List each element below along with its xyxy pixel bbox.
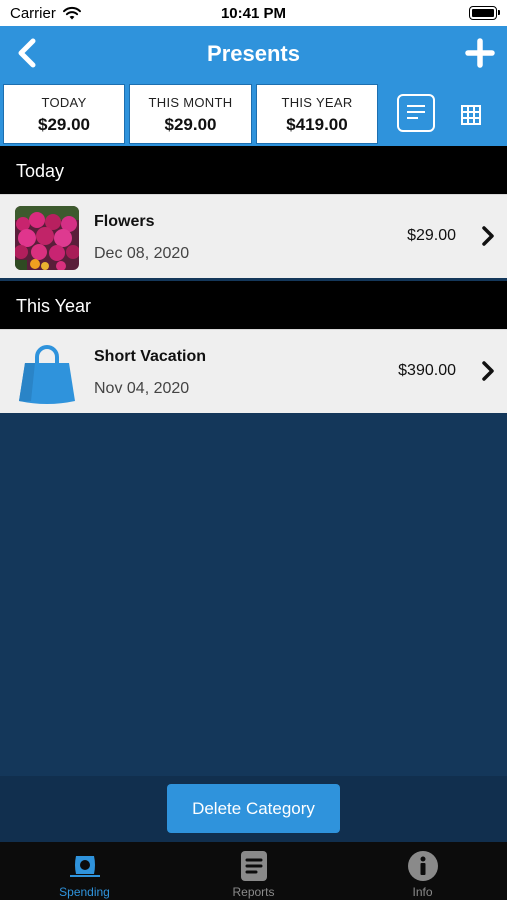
item-date: Nov 04, 2020 (94, 380, 190, 397)
summary-label: TODAY (41, 95, 87, 110)
section-header-this-year: This Year (0, 281, 507, 329)
item-amount: $390.00 (398, 362, 456, 379)
flowers-thumbnail (15, 206, 79, 270)
tab-bar: Spending Reports Info (0, 842, 507, 900)
tab-label: Info (412, 885, 433, 899)
item-title: Short Vacation (94, 348, 207, 365)
section-header-today: Today (0, 146, 507, 194)
footer-bar: Delete Category (0, 776, 507, 842)
tab-reports[interactable]: Reports (169, 842, 338, 900)
nav-bar: Presents TODAY $29.00 THIS MONTH $29.00 … (0, 26, 507, 146)
list-item[interactable]: Flowers Dec 08, 2020 $29.00 (0, 194, 507, 278)
summary-card-this-month[interactable]: THIS MONTH $29.00 (129, 84, 252, 144)
reports-icon (241, 851, 267, 881)
item-amount: $29.00 (407, 227, 456, 244)
summary-value: $29.00 (164, 115, 217, 134)
tab-label: Reports (232, 885, 275, 899)
clock: 10:41 PM (220, 5, 287, 22)
chevron-right-icon (482, 226, 494, 246)
item-title: Flowers (94, 213, 155, 230)
delete-category-button[interactable]: Delete Category (167, 784, 340, 833)
summary-card-this-year[interactable]: THIS YEAR $419.00 (256, 84, 378, 144)
tab-info[interactable]: Info (338, 842, 507, 900)
shopping-bag-icon (15, 341, 79, 405)
battery-icon (469, 6, 500, 20)
tab-spending[interactable]: Spending (0, 842, 169, 900)
add-button[interactable] (465, 38, 495, 68)
info-icon (408, 851, 438, 881)
list-item[interactable]: Short Vacation Nov 04, 2020 $390.00 (0, 329, 507, 413)
summary-label: THIS MONTH (148, 95, 233, 110)
page-title: Presents (207, 41, 300, 66)
summary-value: $419.00 (286, 115, 348, 134)
tab-label: Spending (59, 885, 110, 899)
summary-value: $29.00 (38, 115, 90, 134)
money-icon (70, 856, 100, 877)
list-view-icon[interactable] (397, 94, 435, 132)
chevron-right-icon (482, 361, 494, 381)
item-date: Dec 08, 2020 (94, 245, 190, 262)
summary-card-today[interactable]: TODAY $29.00 (3, 84, 125, 144)
status-bar: Carrier 10:41 PM (0, 0, 507, 26)
grid-view-icon[interactable] (460, 104, 482, 126)
summary-label: THIS YEAR (281, 95, 353, 110)
